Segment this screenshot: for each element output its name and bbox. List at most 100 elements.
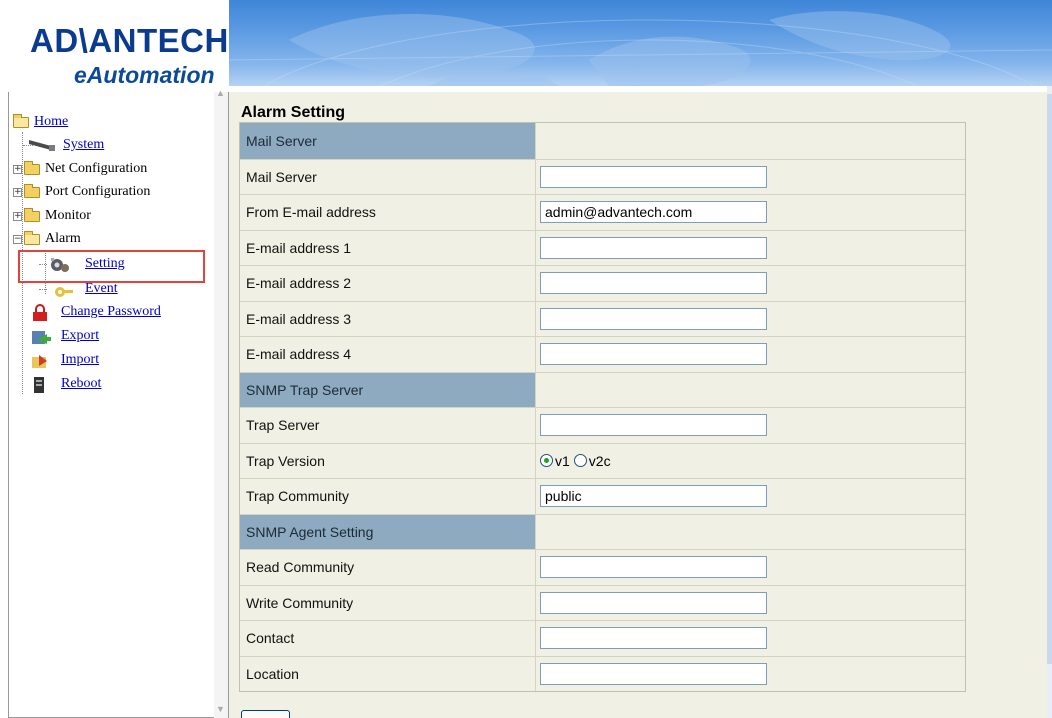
table-row: Read Community: [240, 549, 965, 585]
row-label: E-mail address 2: [240, 266, 536, 301]
row-label: Trap Version: [240, 443, 536, 478]
lock-icon: [27, 304, 55, 321]
table-row: E-mail address 2: [240, 265, 965, 301]
table-row: From E-mail address: [240, 194, 965, 230]
main-scrollbar-thumb[interactable]: [1047, 94, 1052, 664]
nav-item-reboot[interactable]: Reboot: [27, 373, 101, 395]
nav-item-label: Monitor: [45, 208, 91, 223]
table-row: Contact: [240, 620, 965, 656]
nav-item-export[interactable]: Export: [27, 325, 99, 347]
nav-item-change-password[interactable]: Change Password: [27, 301, 161, 323]
email-address-2-input[interactable]: [540, 272, 767, 295]
table-row: E-mail address 3: [240, 300, 965, 336]
radio-label: v2c: [588, 452, 611, 469]
collapse-icon[interactable]: −: [13, 234, 22, 244]
expand-icon[interactable]: +: [13, 211, 22, 221]
row-label: Trap Community: [240, 479, 536, 514]
email-address-3-input[interactable]: [540, 307, 767, 330]
reboot-icon: [27, 376, 55, 393]
section-header-mail-server: Mail Server: [240, 123, 965, 159]
row-label: Read Community: [240, 550, 536, 585]
submit-button[interactable]: [241, 710, 290, 718]
section-label: Mail Server: [240, 123, 536, 159]
row-label: From E-mail address: [240, 195, 536, 230]
selection-highlight-box: [18, 250, 205, 283]
table-row: Trap Server: [240, 407, 965, 443]
trap-version-v2c-radio[interactable]: [573, 454, 587, 468]
key-icon: [43, 281, 79, 297]
table-row: Trap Community: [240, 478, 965, 514]
nav-item-reboot-link[interactable]: Reboot: [61, 376, 101, 392]
brand-tagline: eAutomation: [74, 62, 215, 88]
export-icon: [27, 328, 55, 344]
nav-scrollbar[interactable]: ▲ ▼: [214, 88, 228, 718]
table-row: Location: [240, 655, 965, 691]
import-icon: [27, 352, 55, 368]
brand-logo-text: AD\ANTECH: [30, 22, 229, 59]
email-address-4-input[interactable]: [540, 343, 767, 366]
folder-open-icon: [24, 230, 40, 245]
radio-label: v1: [555, 452, 570, 469]
row-label: Write Community: [240, 585, 536, 620]
nav-item-system-link[interactable]: System: [63, 137, 104, 153]
nav-item-home[interactable]: Home: [13, 111, 68, 133]
trap-server-input[interactable]: [540, 414, 767, 437]
table-row: Write Community: [240, 584, 965, 620]
nav-item-label: Port Configuration: [45, 184, 151, 199]
page-title: Alarm Setting: [241, 104, 346, 121]
write-community-input[interactable]: [540, 591, 767, 614]
nav-item-event-link[interactable]: Event: [85, 281, 118, 297]
nav-item-export-link[interactable]: Export: [61, 328, 99, 344]
table-row: Trap Version v1 v2c: [240, 442, 965, 478]
folder-icon: [24, 183, 40, 198]
nav-item-label: Net Configuration: [45, 161, 148, 176]
nav-item-import-link[interactable]: Import: [61, 352, 99, 368]
nav-item-import[interactable]: Import: [27, 349, 99, 371]
section-label: SNMP Agent Setting: [240, 514, 536, 549]
section-header-snmp-trap-server: SNMP Trap Server: [240, 371, 965, 407]
contact-input[interactable]: [540, 627, 767, 650]
logo: AD\ANTECH eAutomation: [0, 0, 229, 92]
nav-item-port-configuration[interactable]: + Port Configuration: [13, 181, 150, 203]
section-header-snmp-agent-setting: SNMP Agent Setting: [240, 513, 965, 549]
folder-icon: [24, 207, 40, 222]
row-label: E-mail address 3: [240, 301, 536, 336]
from-email-input[interactable]: [540, 201, 767, 224]
section-label: SNMP Trap Server: [240, 372, 536, 407]
nav-item-home-link[interactable]: Home: [34, 114, 68, 130]
table-row: Mail Server: [240, 158, 965, 194]
main-content: Alarm Setting Mail Server Mail Server Fr…: [229, 92, 1047, 718]
nav-item-system[interactable]: System: [23, 134, 104, 156]
trap-version-v1-radio[interactable]: [540, 454, 553, 468]
location-input[interactable]: [540, 662, 767, 685]
nav-item-alarm[interactable]: − Alarm: [13, 228, 81, 250]
header: AD\ANTECH eAutomation: [0, 0, 1052, 92]
nav-item-net-configuration[interactable]: + Net Configuration: [13, 158, 147, 180]
email-address-1-input[interactable]: [540, 236, 767, 259]
network-cable-icon: [27, 137, 57, 153]
scroll-down-icon[interactable]: ▼: [216, 704, 225, 714]
row-label: Mail Server: [240, 159, 536, 194]
expand-icon[interactable]: +: [13, 164, 22, 174]
expand-icon[interactable]: +: [13, 187, 22, 197]
nav-item-change-password-link[interactable]: Change Password: [61, 304, 161, 320]
world-map-banner: [229, 0, 1052, 86]
table-row: E-mail address 4: [240, 336, 965, 372]
row-label: Trap Server: [240, 408, 536, 443]
table-row: E-mail address 1: [240, 229, 965, 265]
alarm-settings-table: Mail Server Mail Server From E-mail addr…: [239, 122, 966, 692]
scroll-up-icon[interactable]: ▲: [216, 88, 225, 98]
main-scrollbar[interactable]: [1047, 86, 1052, 718]
nav-tree-panel: Home System + Net Configuration + Port C…: [8, 88, 229, 718]
nav-item-label: Alarm: [45, 231, 81, 246]
row-label: E-mail address 1: [240, 230, 536, 265]
row-label: E-mail address 4: [240, 337, 536, 372]
mail-server-input[interactable]: [540, 165, 767, 188]
folder-icon: [24, 160, 40, 175]
folder-open-icon: [13, 113, 29, 128]
row-label: Location: [240, 656, 536, 691]
row-label: Contact: [240, 621, 536, 656]
trap-community-input[interactable]: [540, 485, 767, 508]
nav-item-monitor[interactable]: + Monitor: [13, 205, 91, 227]
read-community-input[interactable]: [540, 556, 767, 579]
